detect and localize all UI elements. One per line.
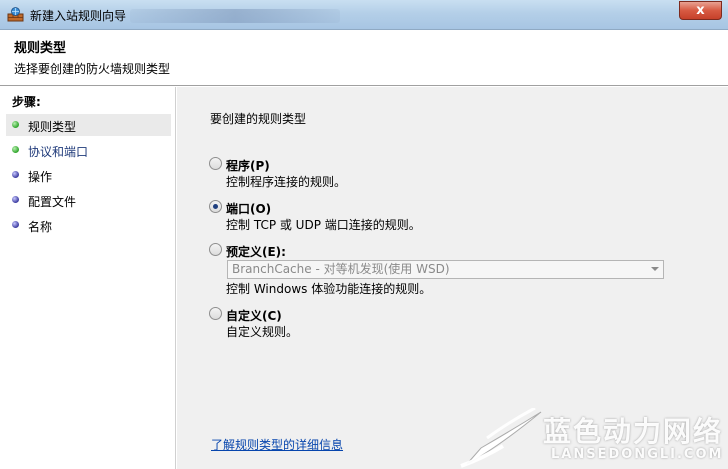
rule-type-prompt: 要创建的规则类型 (210, 112, 307, 126)
option-description: 控制程序连接的规则。 (226, 175, 347, 189)
step-item-profile[interactable]: 配置文件 (6, 189, 171, 211)
blurred-title-area (130, 9, 340, 23)
watermark: 蓝色动力网络 LANSEDONGLI.COM (455, 404, 728, 469)
predefined-radio[interactable] (209, 243, 222, 256)
wizard-window: 新建入站规则向导 x 规则类型 选择要创建的防火墙规则类型 步骤: 规则类型 协… (0, 0, 728, 469)
step-label: 配置文件 (28, 195, 77, 209)
step-status-dot (12, 196, 19, 203)
wizard-header: 规则类型 选择要创建的防火墙规则类型 (0, 30, 728, 86)
option-label[interactable]: 端口(O) (226, 200, 271, 217)
step-status-dot (12, 221, 19, 228)
watermark-en-text: LANSEDONGLI.COM (551, 447, 724, 462)
option-label[interactable]: 预定义(E): (226, 243, 286, 260)
chevron-down-icon (651, 267, 659, 271)
option-description: 自定义规则。 (226, 325, 299, 339)
step-item-action[interactable]: 操作 (6, 164, 171, 186)
step-label: 名称 (28, 220, 53, 234)
option-description: 控制 Windows 体验功能连接的规则。 (226, 282, 432, 296)
step-status-dot (12, 171, 19, 178)
step-label: 协议和端口 (28, 145, 89, 159)
option-label[interactable]: 程序(P) (226, 157, 270, 174)
title-bar[interactable]: 新建入站规则向导 x (0, 0, 728, 30)
page-subtitle: 选择要创建的防火墙规则类型 (14, 62, 171, 76)
watermark-cn-text: 蓝色动力网络 (543, 415, 724, 448)
predefined-rule-select: BranchCache - 对等机发现(使用 WSD) (227, 260, 664, 279)
port-radio[interactable] (209, 200, 222, 213)
select-value: BranchCache - 对等机发现(使用 WSD) (232, 262, 450, 276)
close-button[interactable]: x (679, 1, 722, 20)
step-item-rule-type[interactable]: 规则类型 (6, 114, 171, 136)
watermark-logo-icon (460, 408, 542, 468)
step-status-dot (12, 146, 19, 153)
step-label: 规则类型 (28, 120, 77, 134)
step-label: 操作 (28, 170, 53, 184)
steps-heading: 步骤: (12, 95, 41, 109)
step-item-protocol-port[interactable]: 协议和端口 (6, 139, 171, 161)
firewall-icon (7, 7, 24, 22)
page-title: 规则类型 (14, 41, 67, 56)
steps-pane: 步骤: 规则类型 协议和端口 操作 配置文件 名称 (0, 87, 176, 469)
program-radio[interactable] (209, 157, 222, 170)
help-link[interactable]: 了解规则类型的详细信息 (211, 436, 343, 453)
step-status-dot (12, 121, 19, 128)
option-description: 控制 TCP 或 UDP 端口连接的规则。 (226, 218, 421, 232)
custom-radio[interactable] (209, 307, 222, 320)
step-item-name[interactable]: 名称 (6, 214, 171, 236)
window-title: 新建入站规则向导 (30, 9, 127, 23)
option-label[interactable]: 自定义(C) (226, 307, 282, 324)
